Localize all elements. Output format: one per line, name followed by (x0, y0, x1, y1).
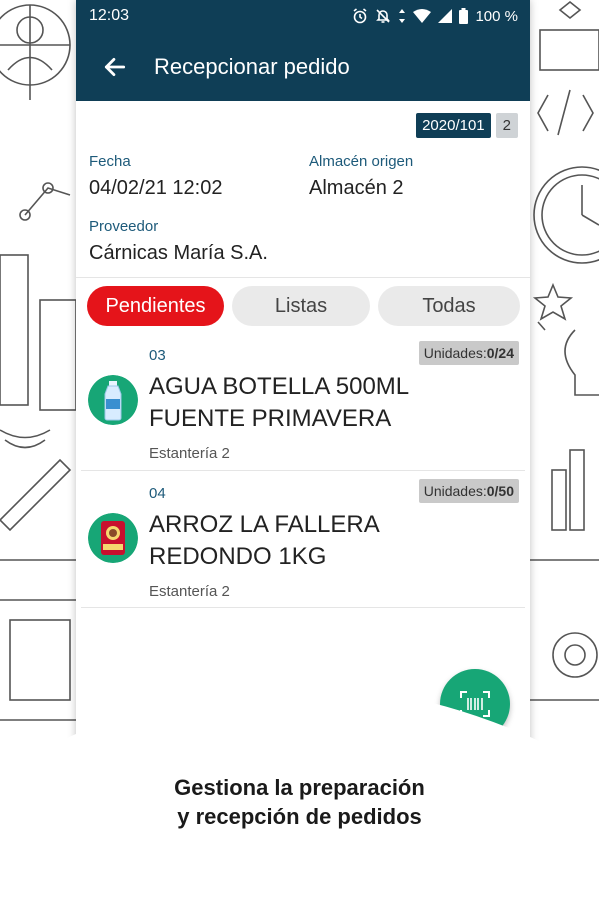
water-bottle-icon (88, 375, 138, 425)
date-label: Fecha (89, 153, 131, 170)
units-value: 0/24 (486, 345, 514, 361)
status-time: 12:03 (89, 7, 130, 24)
scan-button[interactable] (440, 669, 510, 739)
warehouse-value: Almacén 2 (309, 177, 404, 199)
supplier-value: Cárnicas María S.A. (89, 242, 268, 264)
status-bar: 12:03 100 % (76, 0, 530, 32)
order-number-badge: 2020/101 (416, 113, 491, 138)
promo-caption: Gestiona la preparación y recepción de p… (0, 773, 599, 831)
caption-line1: Gestiona la preparación (174, 775, 425, 800)
phone-screen: 12:03 100 % Recepcionar pedido 2020/101 … (76, 0, 530, 760)
units-badge: Unidades:0/50 (418, 479, 519, 503)
app-bar: Recepcionar pedido (76, 32, 530, 101)
divider (81, 607, 525, 608)
item-name-line1: AGUA BOTELLA 500ML (149, 373, 410, 400)
item-code: 04 (149, 485, 166, 502)
units-label: Unidades: (423, 483, 487, 499)
divider (81, 470, 525, 471)
wifi-icon (413, 9, 432, 23)
units-value: 0/50 (486, 483, 514, 499)
rice-package-icon (88, 513, 138, 563)
alarm-icon (353, 8, 367, 24)
item-name: ARROZ LA FALLERA REDONDO 1KG (149, 509, 509, 573)
status-icons: 100 % (352, 8, 518, 25)
list-item[interactable]: 03 Unidades:0/24 AGUA BOTELLA 500ML FUEN… (76, 335, 530, 471)
battery-percent: 100 % (475, 7, 518, 25)
bell-off-icon (376, 9, 391, 23)
item-code: 03 (149, 347, 166, 364)
units-badge: Unidades:0/24 (418, 341, 519, 365)
tab-listas[interactable]: Listas (232, 286, 370, 326)
list-item[interactable]: 04 Unidades:0/50 ARROZ LA FALLERA REDOND… (76, 473, 530, 609)
order-count-badge: 2 (495, 113, 518, 138)
barcode-scan-icon (460, 691, 490, 717)
data-arrows-icon (399, 9, 406, 23)
page-title: Recepcionar pedido (154, 53, 350, 79)
item-name-line2: REDONDO 1KG (149, 543, 327, 570)
item-name-line2: FUENTE PRIMAVERA (149, 405, 392, 432)
arrow-left-icon[interactable] (102, 54, 128, 80)
item-location: Estantería 2 (149, 583, 230, 600)
signal-icon (438, 9, 453, 23)
tab-pendientes[interactable]: Pendientes (87, 286, 224, 326)
tab-todas[interactable]: Todas (378, 286, 520, 326)
order-badges: 2020/101 2 (416, 113, 518, 138)
supplier-label: Proveedor (89, 218, 159, 235)
caption-line2: y recepción de pedidos (177, 804, 422, 829)
warehouse-label: Almacén origen (309, 153, 414, 170)
date-value: 04/02/21 12:02 (89, 177, 223, 199)
item-location: Estantería 2 (149, 445, 230, 462)
units-label: Unidades: (423, 345, 487, 361)
battery-icon (459, 8, 469, 24)
item-name-line1: ARROZ LA FALLERA (149, 511, 380, 538)
filter-tabs: Pendientes Listas Todas (87, 286, 520, 326)
divider (76, 277, 530, 278)
item-name: AGUA BOTELLA 500ML FUENTE PRIMAVERA (149, 371, 509, 435)
